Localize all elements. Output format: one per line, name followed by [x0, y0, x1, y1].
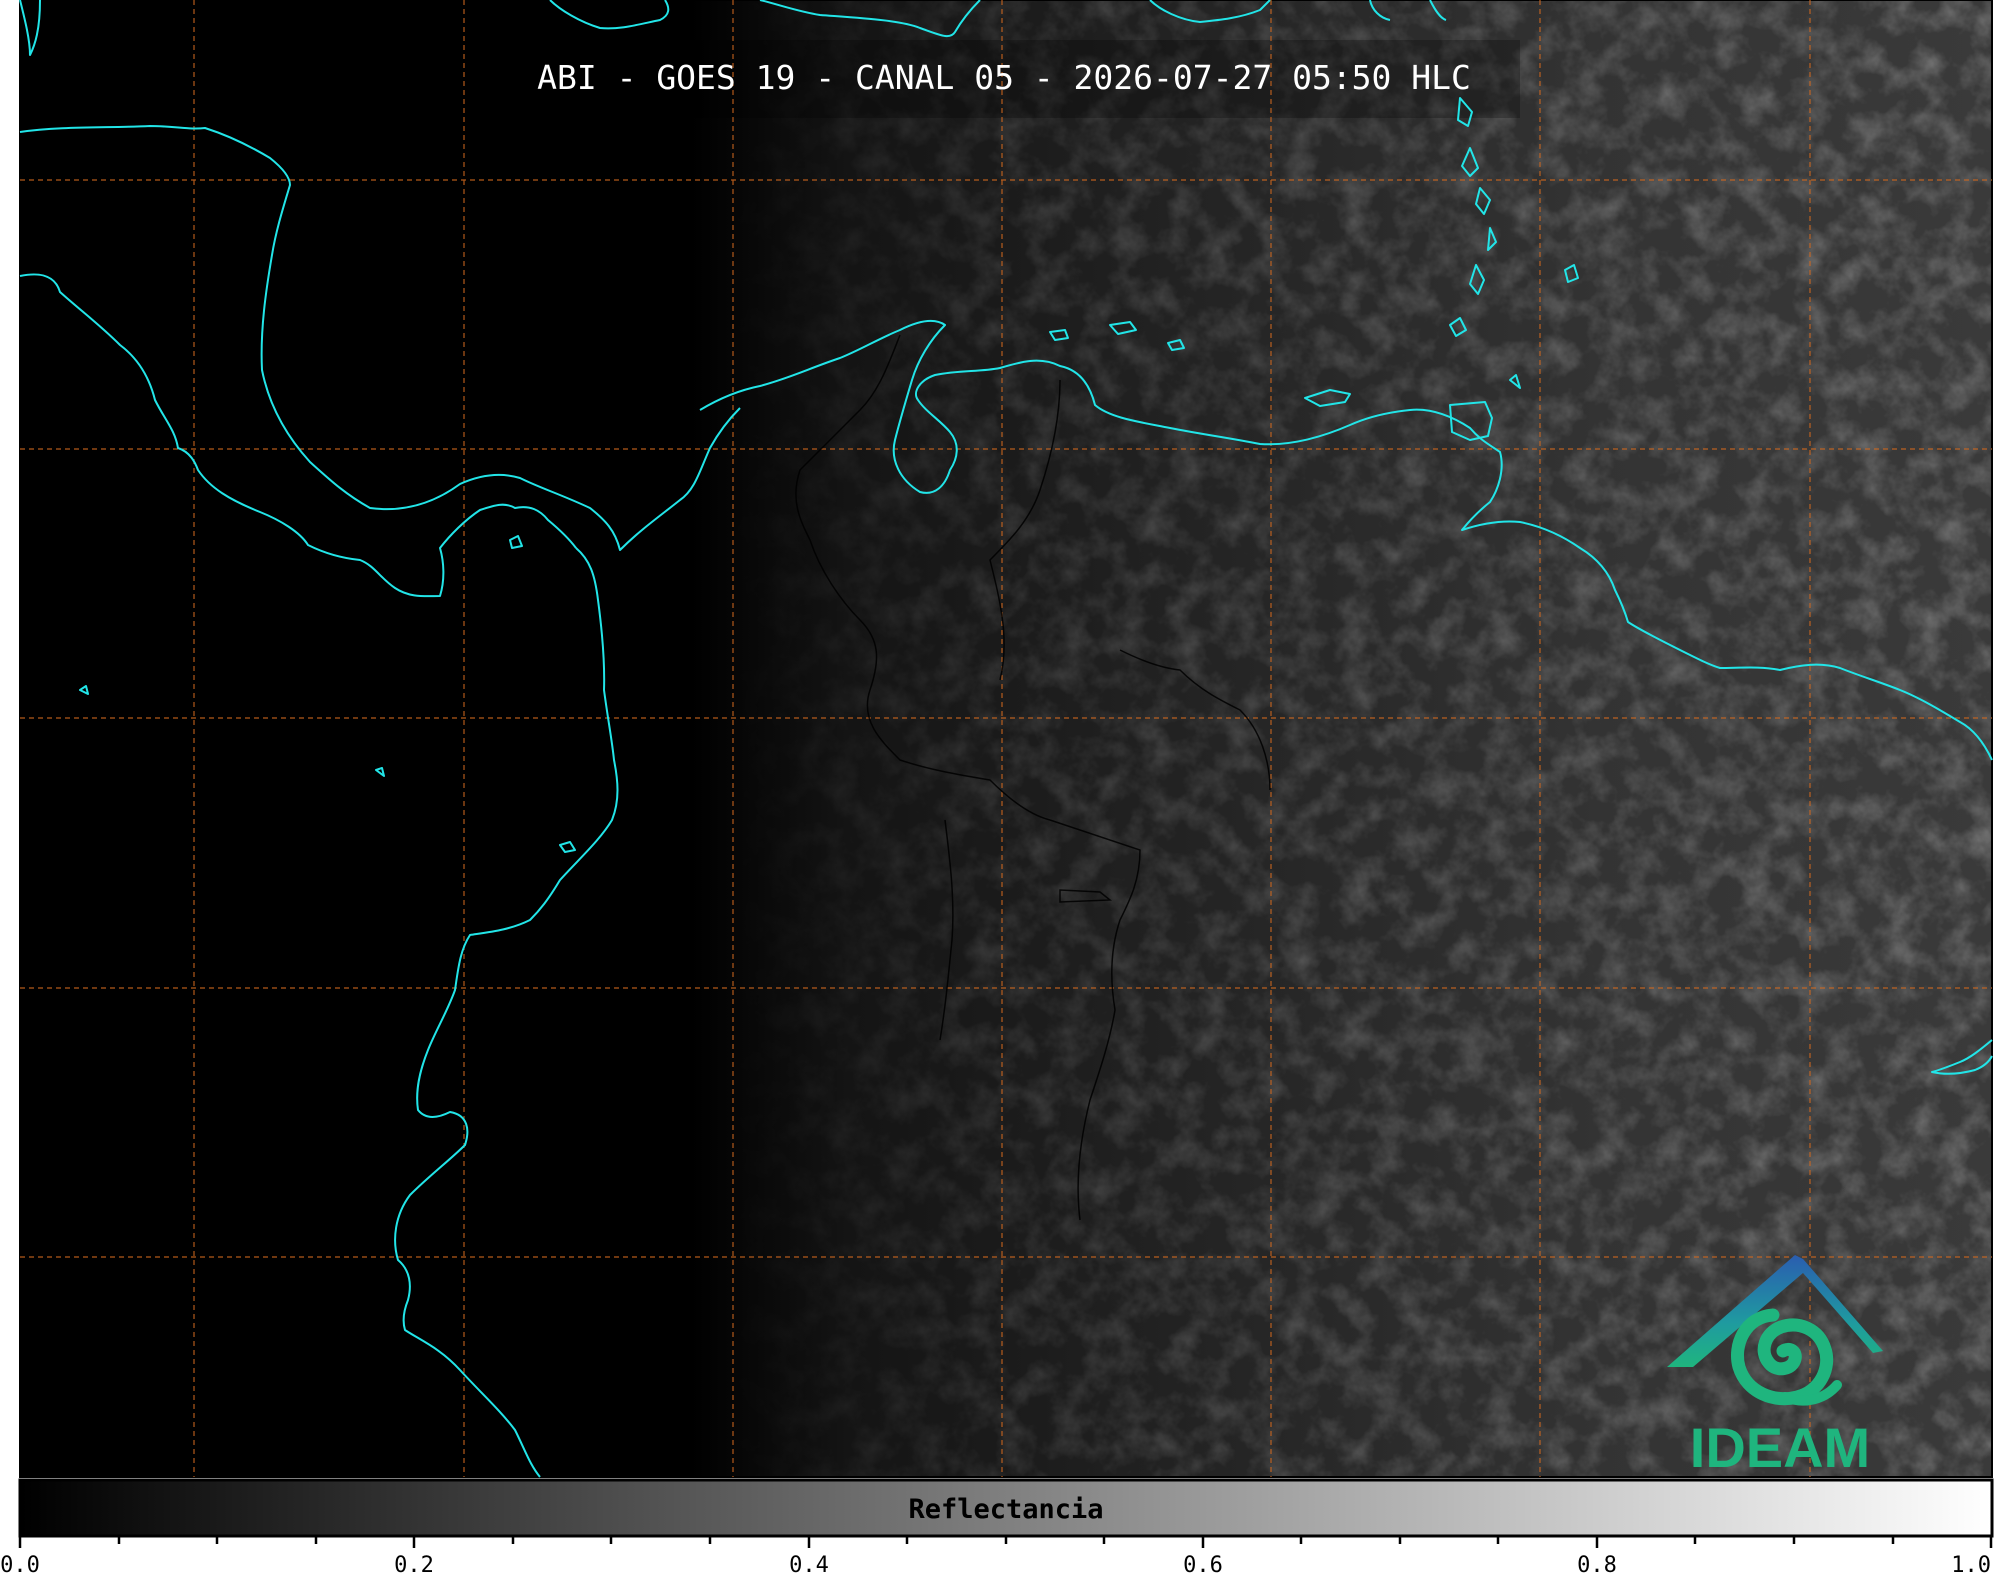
cloud-texture: [20, 0, 1992, 1477]
colorbar-ticks: [18, 1536, 1993, 1548]
colorbar-tick-label: 0.2: [394, 1553, 434, 1577]
colorbar-tick-label: 0.8: [1577, 1553, 1617, 1577]
colorbar-label: Reflectancia: [908, 1494, 1103, 1525]
map-title: ABI - GOES 19 - CANAL 05 - 2026-07-27 05…: [537, 58, 1471, 97]
colorbar-tick-label: 0.0: [0, 1553, 40, 1577]
colorbar-tick-label: 0.4: [789, 1553, 829, 1577]
satellite-map: ABI - GOES 19 - CANAL 05 - 2026-07-27 05…: [0, 0, 2011, 1577]
ideam-logo-text: IDEAM: [1690, 1416, 1870, 1479]
colorbar: Reflectancia 0.0 0.2 0.4 0.6 0.8 1.0: [0, 1478, 1994, 1577]
colorbar-tick-label: 1.0: [1951, 1553, 1991, 1577]
colorbar-tick-label: 0.6: [1183, 1553, 1223, 1577]
